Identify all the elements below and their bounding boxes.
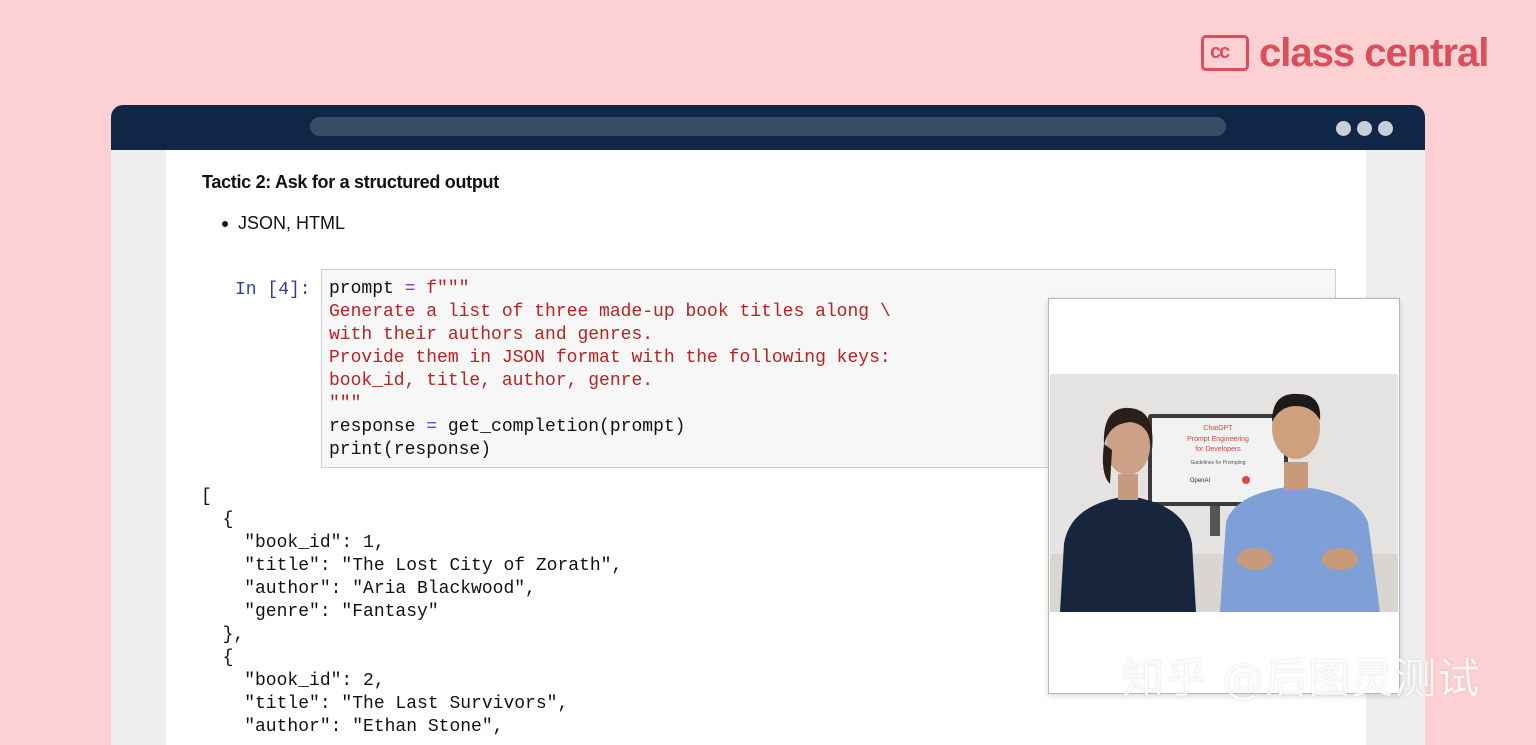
code-input[interactable]: prompt = f""" Generate a list of three ma… [329, 278, 891, 462]
code-token: get_completion(prompt) [437, 417, 686, 437]
output-line: { [201, 510, 234, 530]
screen-line-1: ChatGPT [1203, 425, 1233, 432]
menu-dot-icon [1378, 121, 1393, 136]
code-token: response [329, 417, 427, 437]
code-line: Provide them in JSON format with the fol… [329, 347, 891, 370]
code-token: f""" [415, 279, 470, 299]
bullet-text: JSON, HTML [238, 213, 346, 233]
code-line: response = get_completion(prompt) [329, 416, 891, 439]
code-token: Generate a list of three made-up book ti… [329, 302, 891, 322]
cc-logo-icon: cc [1201, 35, 1249, 71]
code-line: prompt = f""" [329, 278, 891, 301]
output-line: "book_id": 2, [201, 671, 385, 691]
output-line: [ [201, 487, 212, 507]
code-token: Provide them in JSON format with the fol… [329, 348, 891, 368]
screen-line-2: Prompt Engineering [1187, 436, 1249, 443]
output-line: "author": "Aria Blackwood", [201, 579, 536, 599]
code-line: book_id, title, author, genre. [329, 370, 891, 393]
output-line: "author": "Ethan Stone", [201, 717, 504, 737]
code-line: with their authors and genres. [329, 324, 891, 347]
bullet-item: JSON, HTML [222, 213, 345, 234]
section-heading: Tactic 2: Ask for a structured output [202, 172, 499, 192]
output-line: "title": "The Last Survivors", [201, 694, 569, 714]
code-token: = [426, 417, 438, 437]
output-line: { [201, 648, 234, 668]
bullet-dot-icon [222, 220, 228, 227]
address-bar[interactable] [310, 117, 1226, 136]
code-token: book_id, title, author, genre. [329, 371, 654, 391]
window-titlebar [111, 105, 1425, 150]
menu-dot-icon [1336, 121, 1351, 136]
output-line: "genre": "Fantasy" [201, 602, 439, 622]
output-line: "book_id": 1, [201, 533, 385, 553]
code-token: """ [329, 394, 362, 414]
video-player[interactable]: ChatGPT Prompt Engineering for Developer… [1048, 298, 1400, 694]
code-token: with their authors and genres. [329, 325, 654, 345]
output-line: }, [201, 625, 245, 645]
code-line: print(response) [329, 439, 891, 462]
cell-output: [ { "book_id": 1, "title": "The Lost Cit… [201, 486, 622, 739]
code-line: """ [329, 393, 891, 416]
zhihu-watermark: 知乎 @后图灵测试 [1122, 654, 1481, 703]
code-token: prompt [329, 279, 405, 299]
screen-line-4: Guidelines for Prompting [1190, 460, 1245, 466]
code-token: = [404, 279, 416, 299]
screen-logo: OpenAI [1190, 478, 1211, 484]
logo-mark-text: cc [1210, 41, 1230, 63]
class-central-logo[interactable]: cc class central [1201, 31, 1489, 75]
video-frame[interactable]: ChatGPT Prompt Engineering for Developer… [1050, 374, 1398, 612]
code-line: Generate a list of three made-up book ti… [329, 301, 891, 324]
window-menu-dots[interactable] [1336, 121, 1393, 136]
screen-line-3: for Developers [1195, 446, 1241, 453]
menu-dot-icon [1357, 121, 1372, 136]
instructors-video-image: ChatGPT Prompt Engineering for Developer… [1050, 374, 1398, 612]
logo-wordmark: class central [1259, 31, 1489, 75]
code-token: print(response) [329, 440, 492, 460]
cell-prompt-label: In [4]: [235, 280, 311, 300]
output-line: "title": "The Lost City of Zorath", [201, 556, 623, 576]
